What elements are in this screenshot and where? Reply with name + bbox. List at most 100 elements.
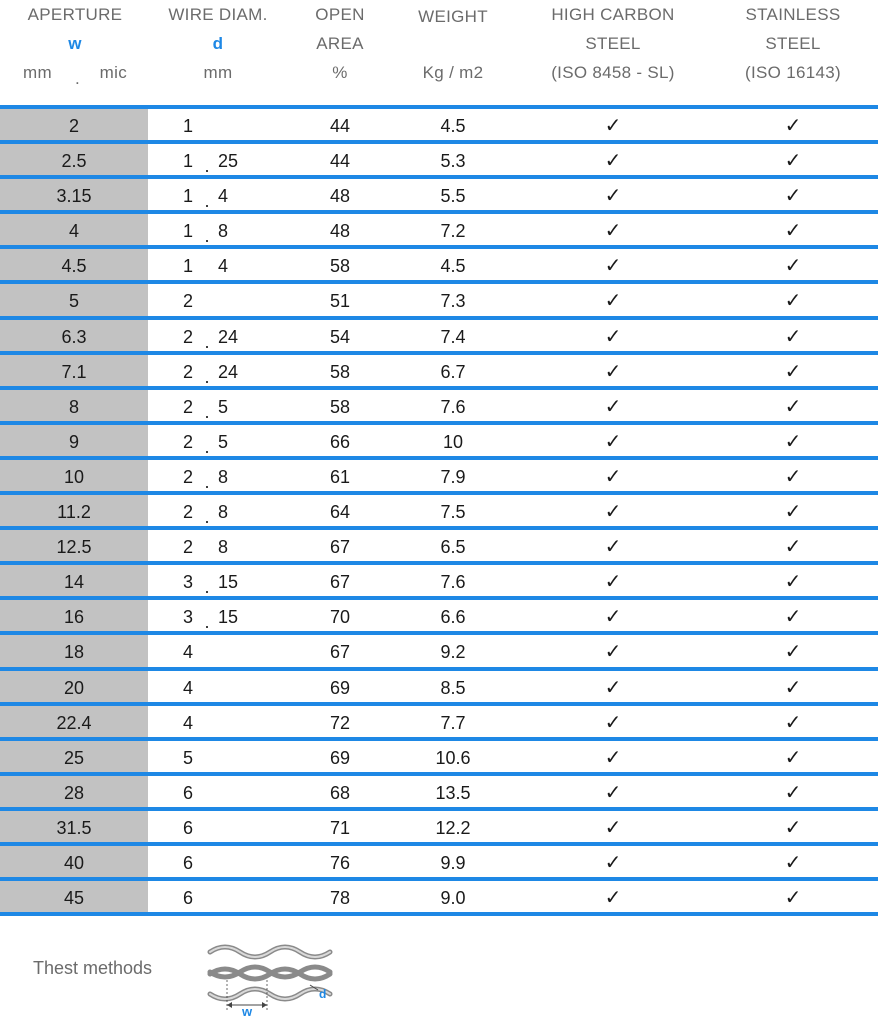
open-area-value: 69: [329, 677, 351, 698]
stainless-check-icon: ✓: [784, 220, 802, 243]
wire-diam-value: 3. 15: [183, 565, 293, 597]
high-carbon-check-icon: ✓: [604, 325, 622, 348]
table-row: 31.5 6 71 12.2 ✓ ✓: [0, 806, 878, 842]
wire-diam-int: 4: [183, 677, 194, 698]
diagram-d-label: d: [319, 987, 326, 1001]
table-row: 22.4 4 72 7.7 ✓ ✓: [0, 701, 878, 737]
wire-diam-int: 2: [183, 396, 194, 417]
header-wire-diam-symbol: d: [212, 34, 224, 53]
stainless-check-icon: ✓: [784, 711, 802, 734]
weight-value: 7.5: [440, 502, 466, 523]
weight-value: 6.6: [440, 607, 466, 628]
wire-diam-value: 2. 24: [183, 355, 293, 387]
weight-value: 12.2: [435, 817, 471, 838]
wire-diam-frac: 25: [218, 151, 239, 172]
wire-diam-int: 2: [183, 361, 194, 382]
aperture-value: 3.15: [56, 186, 92, 207]
open-area-value: 61: [329, 466, 351, 487]
aperture-value: 28: [63, 782, 85, 803]
wire-diam-value: 2. 24: [183, 320, 293, 352]
stainless-check-icon: ✓: [784, 185, 802, 208]
wire-diam-value: 2.8: [183, 495, 293, 527]
wire-diam-int: 1: [183, 186, 194, 207]
weight-value: 7.2: [440, 221, 466, 242]
header-high-carbon-line2: STEEL: [585, 34, 641, 53]
stainless-check-icon: ✓: [784, 115, 802, 137]
wire-diam-int: 3: [183, 607, 194, 628]
header-weight-unit: Kg / m2: [422, 63, 484, 82]
stainless-check-icon: ✓: [784, 290, 802, 313]
wire-diam-value: 1: [183, 109, 293, 140]
stainless-check-icon: ✓: [784, 150, 802, 173]
table-row: 2.5 1. 25 44 5.3 ✓ ✓: [0, 140, 878, 176]
open-area-value: 54: [329, 326, 351, 347]
high-carbon-check-icon: ✓: [604, 290, 622, 313]
header-aperture-symbol: w: [68, 34, 82, 53]
header-stainless-line1: STAINLESS: [745, 5, 841, 24]
high-carbon-check-icon: ✓: [604, 536, 622, 559]
wire-diam-frac: 8: [218, 502, 229, 523]
open-area-value: 48: [329, 221, 351, 242]
open-area-value: 68: [329, 782, 351, 803]
weight-value: 7.6: [440, 572, 466, 593]
aperture-value: 22.4: [56, 712, 92, 733]
aperture-value: 25: [63, 747, 85, 768]
table-row: 3.15 1. 4 48 5.5 ✓ ✓: [0, 175, 878, 211]
stainless-check-icon: ✓: [784, 851, 802, 874]
test-methods-label: Thest methods: [33, 958, 153, 978]
open-area-value: 70: [329, 607, 351, 628]
weight-value: 7.6: [440, 396, 466, 417]
stainless-check-icon: ✓: [784, 887, 802, 910]
wire-diam-int: 1: [183, 256, 194, 277]
stainless-check-icon: ✓: [784, 325, 802, 348]
stainless-check-icon: ✓: [784, 255, 802, 278]
wire-diam-value: 1. 25: [183, 144, 293, 176]
aperture-value: 2.5: [61, 151, 87, 172]
wire-diam-value: 4: [183, 706, 293, 737]
table-row: 25 5 69 10.6 ✓ ✓: [0, 736, 878, 772]
open-area-value: 66: [329, 431, 351, 452]
table-row: 45 6 78 9.0 ✓ ✓: [0, 877, 878, 913]
table-row: 2 1 44 4.5 ✓ ✓: [0, 105, 878, 141]
header-open-area-unit: %: [332, 63, 348, 82]
wire-diam-frac: 15: [218, 607, 239, 628]
header-open-area-line2: AREA: [316, 34, 364, 53]
wire-diam-int: 5: [183, 747, 194, 768]
aperture-value: 7.1: [61, 361, 87, 382]
wire-diam-value: 2: [183, 284, 293, 315]
stainless-check-icon: ✓: [784, 536, 802, 559]
stainless-check-icon: ✓: [784, 746, 802, 769]
aperture-value: 2: [68, 116, 79, 136]
wire-diam-frac: 5: [218, 396, 229, 417]
aperture-value: 16: [63, 607, 85, 628]
header-high-carbon-line1: HIGH CARBON: [551, 5, 675, 24]
high-carbon-check-icon: ✓: [604, 676, 622, 699]
table-header: APERTURE w mm . mic WIRE DIAM. d mm OPEN…: [0, 0, 878, 100]
weight-value: 7.9: [440, 466, 466, 487]
wire-diam-frac: 8: [218, 537, 229, 558]
wire-diam-frac: 24: [218, 361, 239, 382]
wire-diam-frac: 4: [218, 256, 229, 277]
open-area-value: 78: [329, 888, 351, 909]
table-row: 5 2 51 7.3 ✓ ✓: [0, 280, 878, 316]
wire-diam-value: 5: [183, 741, 293, 772]
table-row: 10 2. 8 61 7.9 ✓ ✓: [0, 455, 878, 492]
header-aperture: APERTURE w mm . mic: [5, 0, 145, 88]
high-carbon-check-icon: ✓: [604, 711, 622, 734]
stainless-check-icon: ✓: [784, 676, 802, 699]
wire-diam-int: 2: [183, 291, 194, 312]
wire-diam-value: 14: [183, 249, 293, 280]
weight-value: 5.3: [440, 151, 466, 172]
wire-diam-value: 6: [183, 811, 293, 842]
open-area-value: 58: [329, 256, 351, 277]
wire-diam-value: 28: [183, 530, 293, 561]
high-carbon-check-icon: ✓: [604, 746, 622, 769]
aperture-value: 18: [63, 642, 85, 663]
stainless-check-icon: ✓: [784, 781, 802, 804]
header-wire-diam-unit: mm: [203, 63, 233, 82]
wire-diam-value: 4: [183, 635, 293, 666]
open-area-value: 76: [329, 852, 351, 873]
weight-value: 7.7: [440, 712, 466, 733]
header-aperture-unit-dot: .: [75, 69, 81, 88]
high-carbon-check-icon: ✓: [604, 606, 622, 629]
